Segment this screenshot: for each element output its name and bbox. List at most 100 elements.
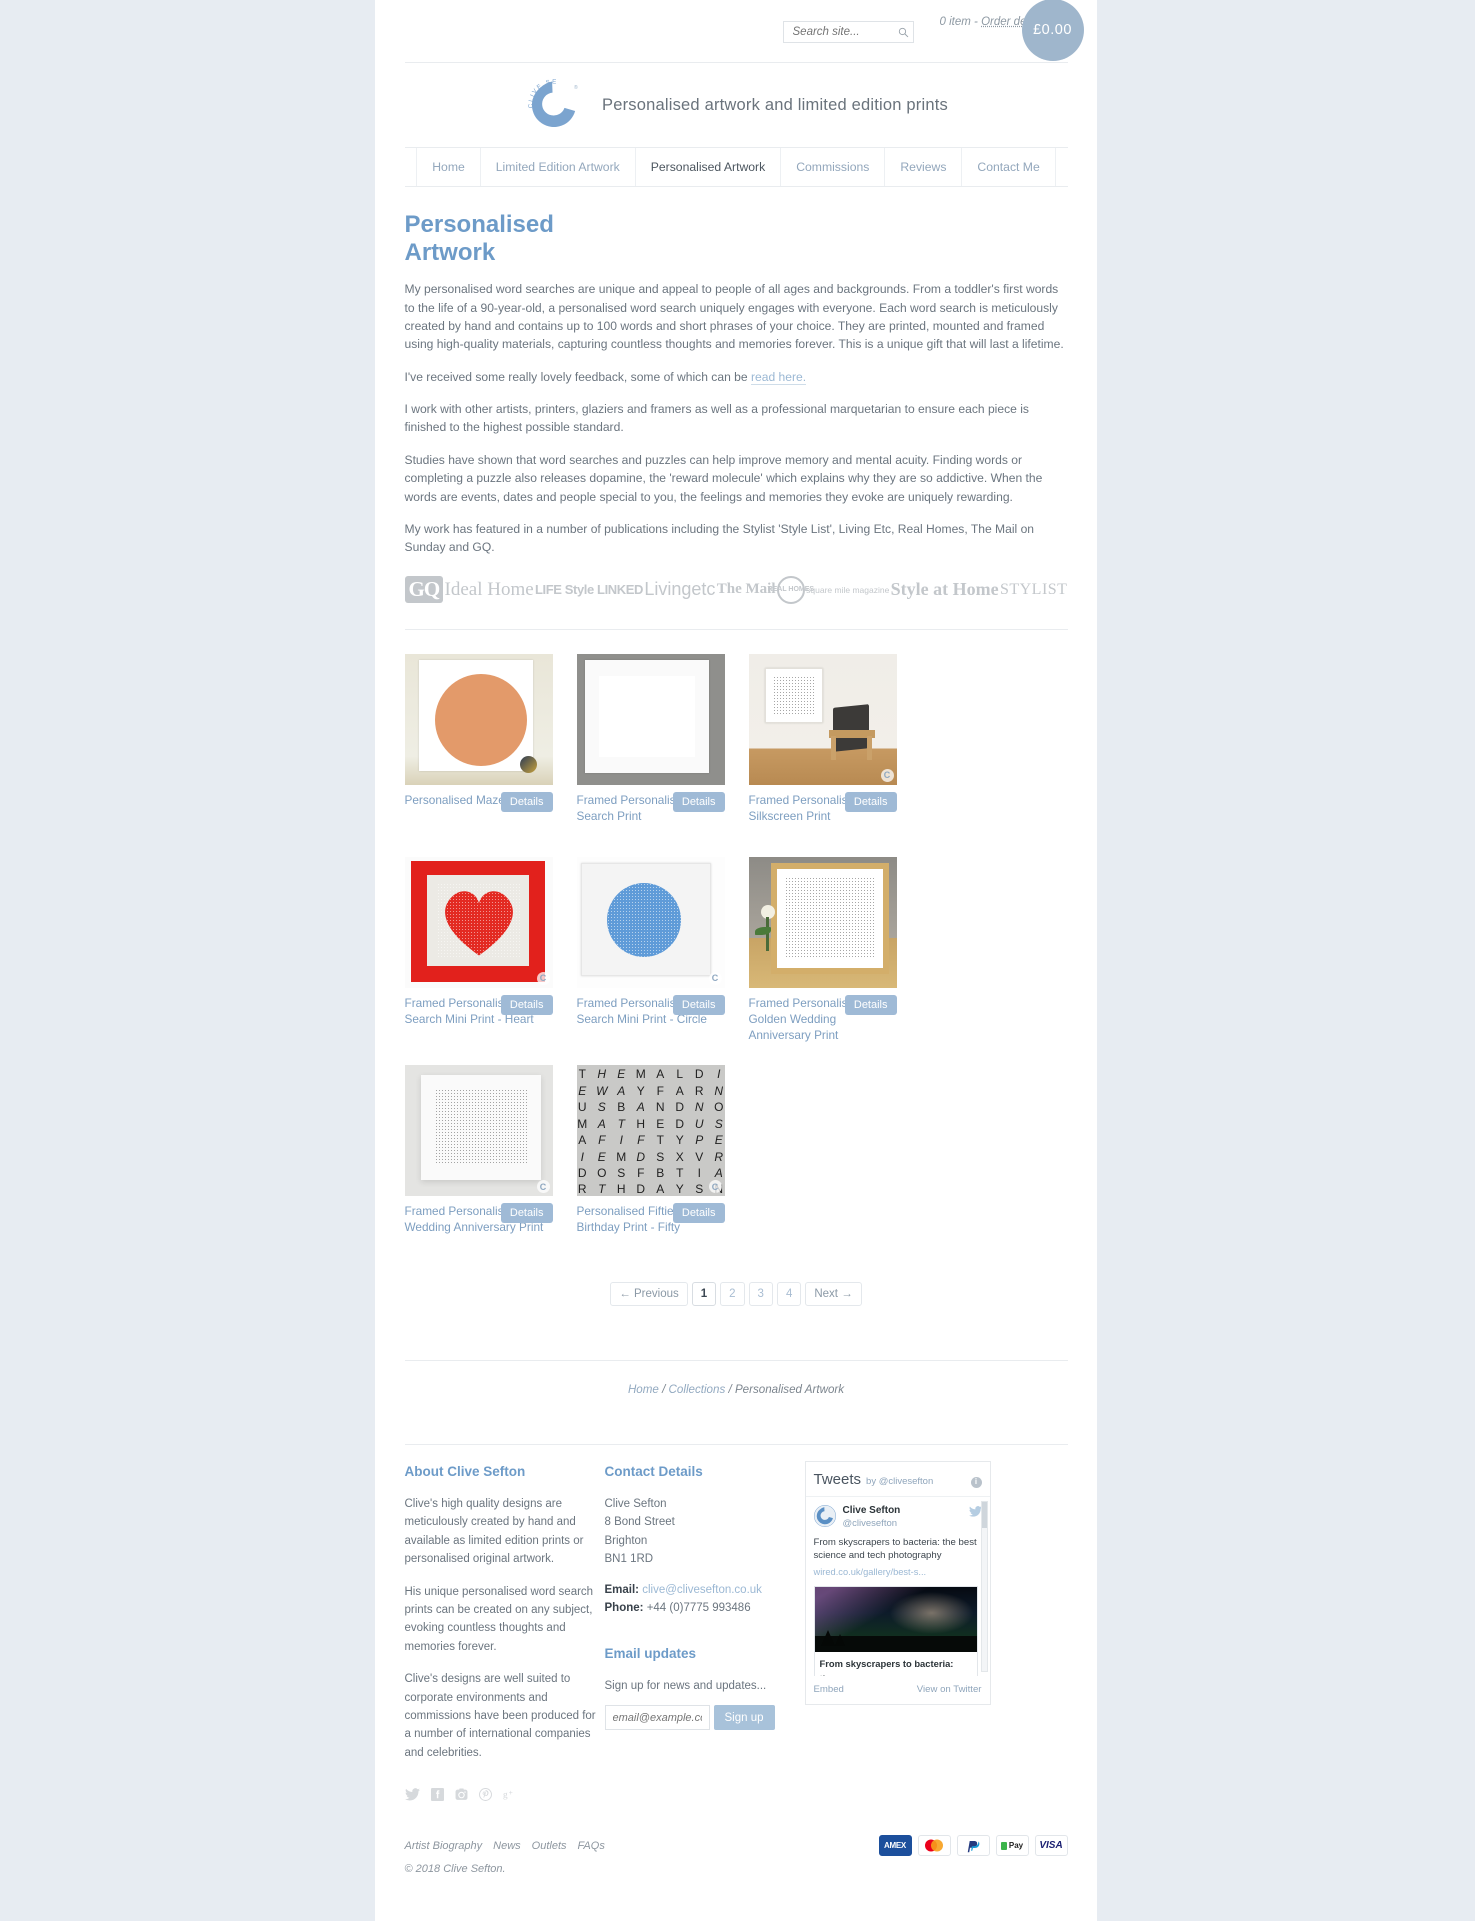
breadcrumb: Home / Collections / Personalised Artwor… (405, 1361, 1068, 1420)
search-icon[interactable] (895, 27, 913, 38)
pagination-page-1[interactable]: 1 (692, 1282, 716, 1306)
twitter-view-link[interactable]: View on Twitter (917, 1682, 982, 1697)
nav-item-contact-me[interactable]: Contact Me (962, 148, 1055, 186)
product-card[interactable]: C Framed Personalised Silver Wedding Ann… (405, 1065, 553, 1246)
pagination-page-2[interactable]: 2 (720, 1282, 744, 1306)
product-card[interactable]: Personalised Maze Print Details (405, 654, 553, 835)
details-button[interactable]: Details (501, 1203, 553, 1223)
product-thumbnail[interactable] (405, 654, 553, 785)
pagination-page-3[interactable]: 3 (749, 1282, 773, 1306)
details-button[interactable]: Details (673, 792, 725, 812)
product-thumbnail[interactable]: C (577, 857, 725, 988)
letter-cell: I (612, 1133, 632, 1147)
footer-link-faqs[interactable]: FAQs (578, 1840, 605, 1852)
twitter-embed-link[interactable]: Embed (814, 1682, 844, 1697)
facebook-icon[interactable] (431, 1788, 444, 1801)
twitter-widget[interactable]: Tweets by @clivesefton i Clive Sefton @c… (805, 1461, 991, 1704)
details-button[interactable]: Details (845, 995, 897, 1015)
product-card[interactable]: Framed Personalised Word Search Print De… (577, 654, 725, 835)
amex-icon: AMEX (879, 1835, 912, 1856)
signup-button[interactable]: Sign up (714, 1705, 775, 1730)
applepay-icon: Pay (996, 1835, 1029, 1856)
nav-item-limited-edition-artwork[interactable]: Limited Edition Artwork (481, 148, 636, 186)
email-link[interactable]: clive@clivesefton.co.uk (642, 1584, 762, 1596)
pagination-page-4[interactable]: 4 (777, 1282, 801, 1306)
product-thumbnail[interactable] (749, 857, 897, 988)
breadcrumb-collections[interactable]: Collections (669, 1383, 726, 1396)
letter-cell: M (612, 1150, 632, 1164)
tweet-author-handle[interactable]: @clivesefton (843, 1518, 901, 1530)
press-logo-life-style-linked: LIFE Style LINKED (535, 582, 643, 597)
product-thumbnail[interactable]: C (405, 857, 553, 988)
twitter-widget-header: Tweets by @clivesefton i (806, 1462, 990, 1496)
mastercard-icon (918, 1835, 951, 1856)
paypal-icon (957, 1835, 990, 1856)
pagination-previous[interactable]: ← Previous (610, 1282, 687, 1306)
letter-cell: S (612, 1166, 632, 1180)
product-thumbnail[interactable]: C (749, 654, 897, 785)
cart-total-badge[interactable]: £0.00 (1022, 0, 1084, 61)
product-thumbnail[interactable]: C (405, 1065, 553, 1196)
details-button[interactable]: Details (501, 995, 553, 1015)
info-icon[interactable]: i (971, 1477, 982, 1488)
signup-email-input[interactable] (605, 1705, 710, 1730)
letter-cell: F (651, 1084, 671, 1098)
letter-cell: S (592, 1100, 612, 1114)
nav-item-home[interactable]: Home (416, 148, 481, 186)
letter-cell: B (651, 1166, 671, 1180)
nav-item-commissions[interactable]: Commissions (781, 148, 885, 186)
letter-cell: W (592, 1084, 612, 1098)
site-footer: About Clive Sefton Clive's high quality … (405, 1445, 1068, 1801)
letter-cell: A (577, 1133, 593, 1147)
twitter-byline[interactable]: by @clivesefton (866, 1474, 933, 1489)
clive-sefton-logo-icon[interactable]: CLIVE SEFTON ® (524, 75, 584, 135)
twitter-feed[interactable]: Clive Sefton @clivesefton From skyscrape… (806, 1496, 990, 1676)
footer-link-news[interactable]: News (493, 1840, 521, 1852)
pinterest-icon[interactable] (479, 1788, 492, 1801)
product-card[interactable]: Framed Personalised Golden Wedding Anniv… (749, 857, 897, 1044)
main-content: Personalised Artwork My personalised wor… (405, 187, 1068, 1921)
twitter-icon[interactable] (405, 1788, 420, 1801)
letter-cell: M (631, 1067, 651, 1081)
letter-cell: T (651, 1133, 671, 1147)
breadcrumb-home[interactable]: Home (628, 1383, 659, 1396)
tweet-card-title[interactable]: From skyscrapers to bacteria: the... (814, 1652, 978, 1677)
footer-link-outlets[interactable]: Outlets (532, 1840, 567, 1852)
twitter-scrollbar[interactable] (981, 1501, 988, 1672)
search-box[interactable] (783, 21, 914, 43)
tweet-card-image[interactable] (814, 1586, 978, 1652)
product-card[interactable]: C Framed Personalised Word Search Mini P… (405, 857, 553, 1044)
letter-cell: D (670, 1100, 690, 1114)
letter-cell: E (592, 1150, 612, 1164)
letter-cell: S (709, 1117, 725, 1131)
instagram-icon[interactable] (455, 1788, 468, 1801)
read-here-link[interactable]: read here. (751, 370, 806, 385)
details-button[interactable]: Details (501, 792, 553, 812)
nav-item-personalised-artwork[interactable]: Personalised Artwork (636, 148, 781, 186)
details-button[interactable]: Details (673, 995, 725, 1015)
details-button[interactable]: Details (673, 1203, 725, 1223)
product-thumbnail[interactable]: THEMALDIEWAYFARNUSBANDNOMATHEDUSAFIFTYPE… (577, 1065, 725, 1196)
utility-bar: 0 item - Order details £0.00 (405, 0, 1068, 62)
letter-cell: E (577, 1084, 593, 1098)
press-logo-ideal-home: Ideal Home (445, 579, 534, 601)
product-thumbnail[interactable] (577, 654, 725, 785)
product-card[interactable]: C Framed Personalised Silkscreen Print D… (749, 654, 897, 835)
tweet-link[interactable]: wired.co.uk/gallery/best-s... (814, 1565, 982, 1580)
letter-cell: F (631, 1133, 651, 1147)
pagination-next[interactable]: Next → (805, 1282, 861, 1306)
nav-item-reviews[interactable]: Reviews (885, 148, 962, 186)
googleplus-icon[interactable]: g + (503, 1788, 518, 1801)
details-button[interactable]: Details (845, 792, 897, 812)
product-card[interactable]: C Framed Personalised Word Search Mini P… (577, 857, 725, 1044)
letter-cell: O (592, 1166, 612, 1180)
search-input[interactable] (791, 25, 895, 39)
avatar (814, 1505, 836, 1527)
breadcrumb-current: Personalised Artwork (735, 1383, 844, 1396)
letter-cell: P (690, 1133, 710, 1147)
email-updates-text: Sign up for news and updates... (605, 1677, 805, 1695)
product-card[interactable]: THEMALDIEWAYFARNUSBANDNOMATHEDUSAFIFTYPE… (577, 1065, 725, 1246)
footer-link-artist-biography[interactable]: Artist Biography (405, 1840, 483, 1852)
watermark-icon: C (709, 1180, 722, 1193)
tweet-author-name[interactable]: Clive Sefton (843, 1505, 901, 1518)
